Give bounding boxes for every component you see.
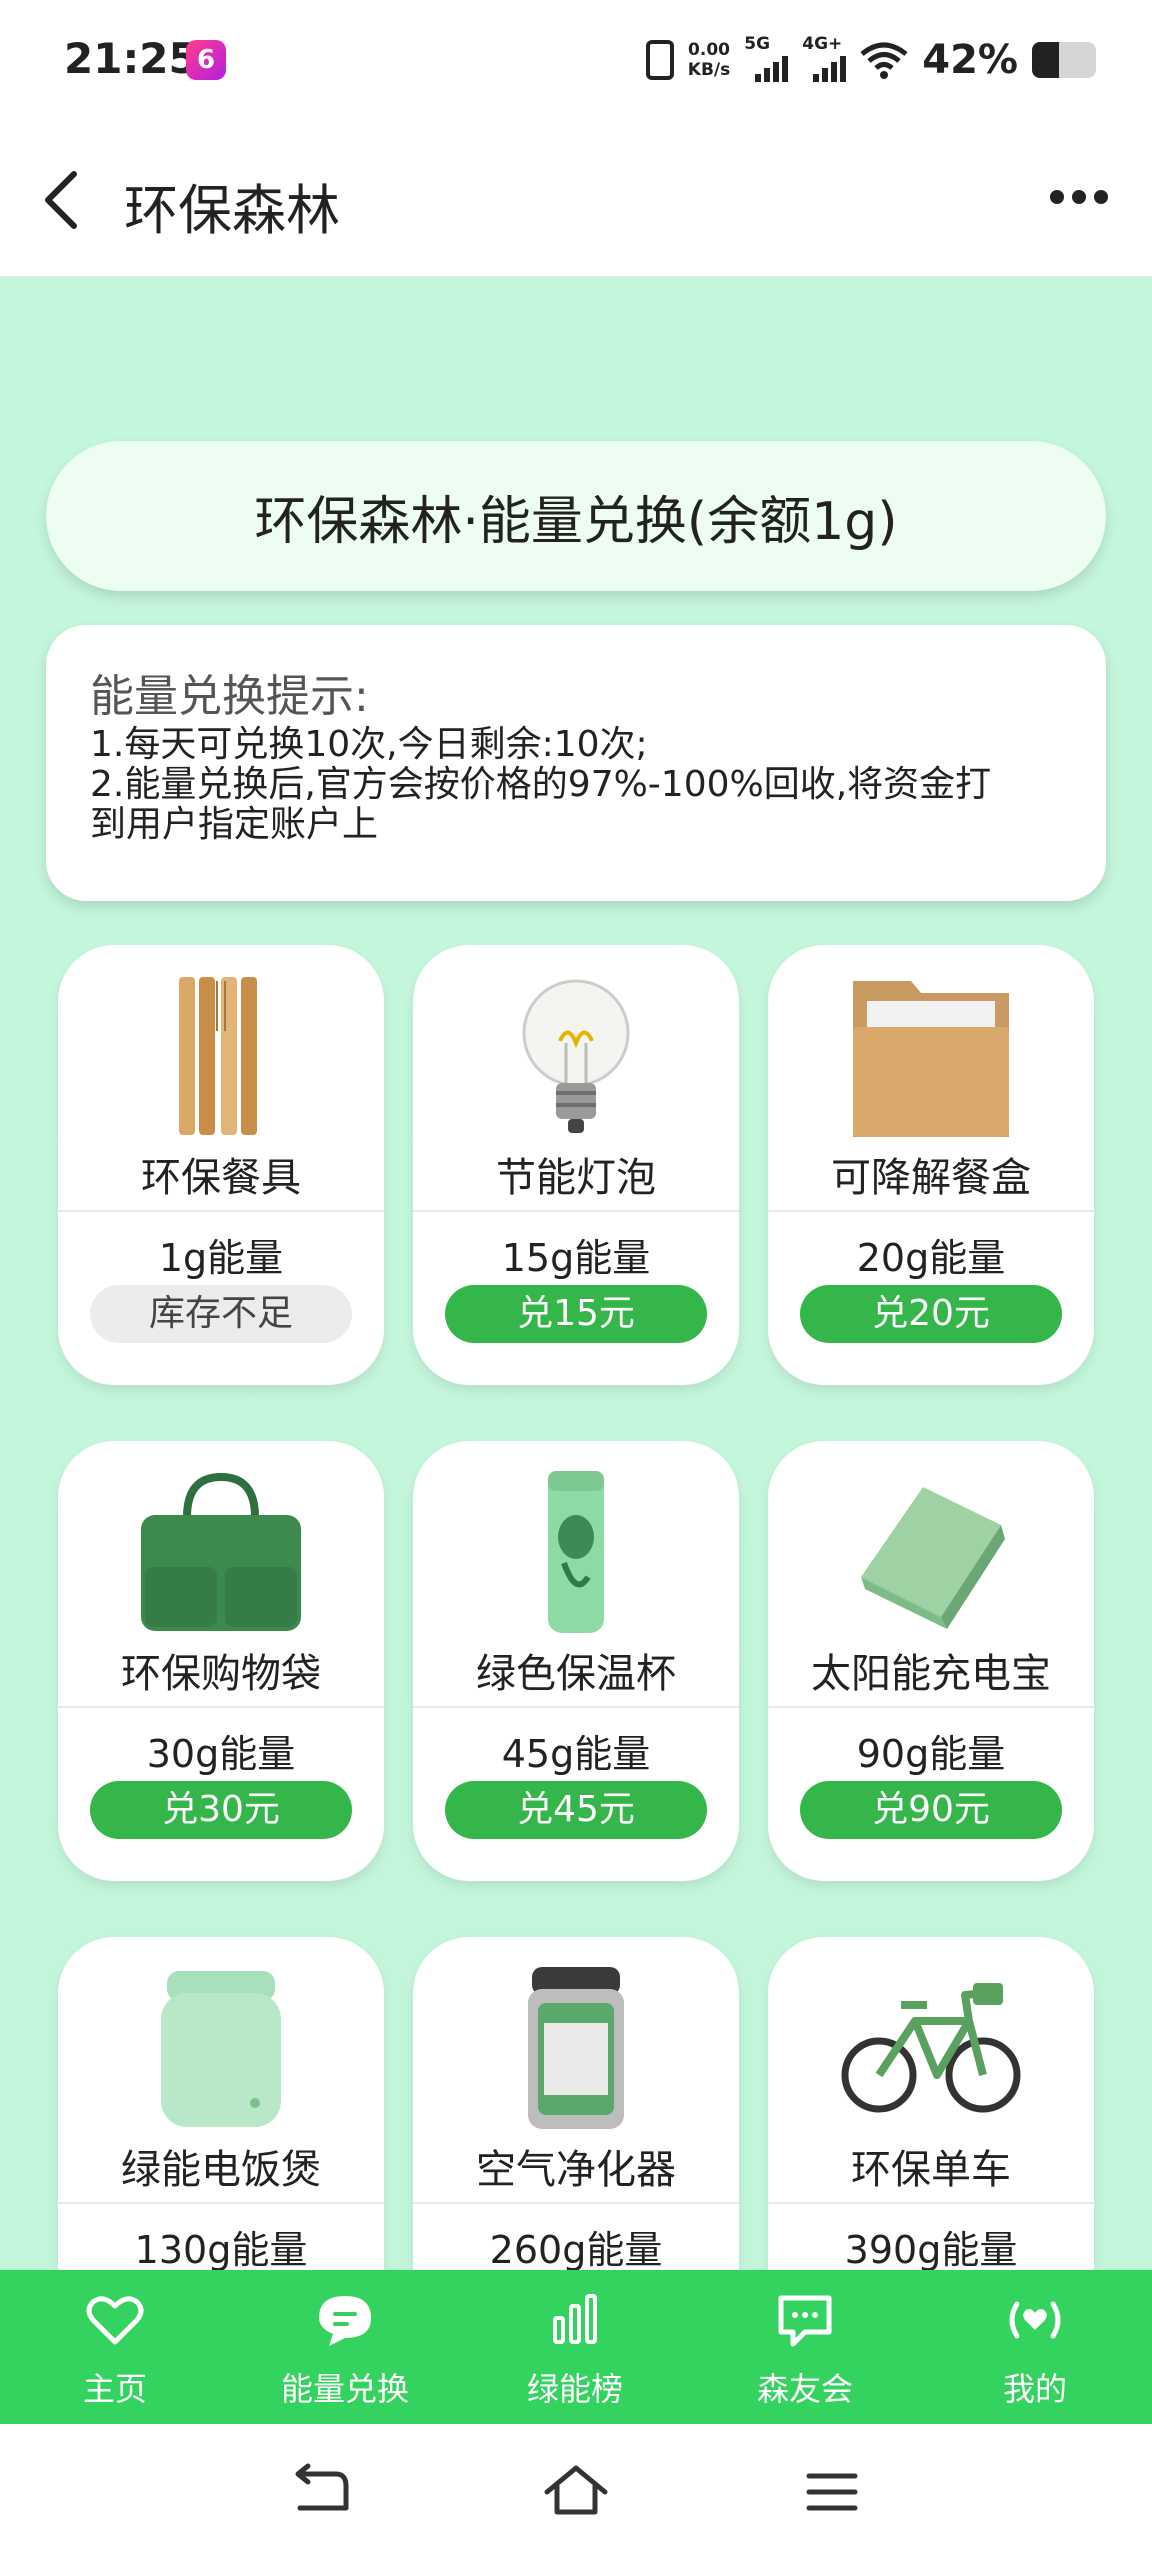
status-indicators: 0.00 KB/s 5G 4G+ 42% [645, 30, 1096, 90]
product-card[interactable]: 空气净化器 260g能量 [413, 1937, 739, 2270]
cutlery-icon [179, 977, 257, 1135]
exchange-button[interactable]: 兑90元 [800, 1781, 1062, 1839]
product-energy: 390g能量 [844, 2228, 1018, 2270]
food-box-icon [853, 981, 1009, 1137]
out-of-stock-button[interactable]: 库存不足 [90, 1285, 352, 1343]
product-energy: 45g能量 [501, 1732, 651, 1776]
tips-line: 2.能量兑换后,官方会按价格的97%-100%回收,将资金打 [90, 764, 992, 805]
divider [768, 2202, 1094, 2204]
exchange-button[interactable]: 兑30元 [90, 1781, 352, 1839]
exchange-button[interactable]: 兑20元 [800, 1285, 1062, 1343]
divider [768, 1706, 1094, 1708]
app-notification-icon: 6 [186, 40, 226, 80]
product-card[interactable]: 绿色保温杯 45g能量 兑45元 [413, 1441, 739, 1881]
chevron-left-icon[interactable] [34, 168, 94, 232]
product-name: 太阳能充电宝 [811, 1651, 1051, 1697]
chat-bubble-icon [319, 2296, 371, 2346]
back-arrow-icon[interactable] [286, 2460, 356, 2524]
heart-icon [86, 2296, 144, 2345]
message-square-icon [778, 2295, 832, 2347]
more-horizontal-icon[interactable] [1050, 190, 1108, 204]
tab-label: 我的 [1002, 2370, 1067, 2408]
tab-green-ranking[interactable]: 绿能榜 [460, 2270, 690, 2424]
vibrate-icon [645, 40, 674, 80]
divider [413, 2202, 739, 2204]
rice-cooker-icon [161, 1971, 281, 2127]
network-speed: 0.00 KB/s [687, 40, 731, 80]
product-name: 绿能电饭煲 [121, 2147, 321, 2193]
product-name: 环保餐具 [141, 1155, 301, 1201]
exchange-tips-card: 能量兑换提示: 1.每天可兑换10次,今日剩余:10次; 2.能量兑换后,官方会… [46, 625, 1106, 901]
status-time: 21:25 [64, 34, 198, 83]
product-energy: 1g能量 [158, 1236, 284, 1280]
product-energy: 20g能量 [856, 1236, 1006, 1280]
menu-icon[interactable] [797, 2460, 867, 2524]
energy-balance-banner: 环保森林·能量兑换(余额1g) [46, 441, 1106, 591]
tab-label: 森友会 [756, 2370, 853, 2408]
product-card[interactable]: 可降解餐盒 20g能量 兑20元 [768, 945, 1094, 1385]
divider [413, 1210, 739, 1212]
air-purifier-icon [528, 1967, 624, 2129]
sim2-signal-icon: 4G+ [802, 34, 847, 82]
shopping-bag-icon [141, 1472, 301, 1631]
tab-home[interactable]: 主页 [0, 2270, 230, 2424]
product-energy: 130g能量 [134, 2228, 308, 2270]
product-name: 节能灯泡 [496, 1155, 656, 1201]
product-name: 空气净化器 [476, 2147, 676, 2193]
product-card[interactable]: 节能灯泡 15g能量 兑15元 [413, 945, 739, 1385]
bar-chart-icon [553, 2294, 597, 2344]
product-energy: 15g能量 [501, 1236, 651, 1280]
product-card[interactable]: 环保购物袋 30g能量 兑30元 [58, 1441, 384, 1881]
product-card[interactable]: 环保单车 390g能量 [768, 1937, 1094, 2270]
divider [58, 1210, 384, 1212]
bottom-tab-bar: 主页 能量兑换 绿能榜 森友会 我的 [0, 2270, 1152, 2424]
product-energy: 30g能量 [146, 1732, 296, 1776]
exchange-button[interactable]: 兑15元 [445, 1285, 707, 1343]
broadcast-heart-icon [1009, 2301, 1061, 2339]
divider [58, 1706, 384, 1708]
tips-line: 到用户指定账户上 [90, 804, 379, 845]
app-header: 环保森林 [0, 120, 1152, 277]
product-name: 环保单车 [851, 2147, 1011, 2193]
tab-label: 主页 [82, 2370, 147, 2408]
home-icon[interactable] [541, 2460, 611, 2524]
product-card[interactable]: 绿能电饭煲 130g能量 [58, 1937, 384, 2270]
product-name: 可降解餐盒 [831, 1155, 1031, 1201]
tips-title: 能量兑换提示: [90, 671, 369, 722]
power-bank-icon [861, 1487, 1005, 1629]
divider [413, 1706, 739, 1708]
product-name: 环保购物袋 [121, 1651, 321, 1697]
battery-percentage: 42% [922, 37, 1018, 83]
main-content[interactable]: 环保森林·能量兑换(余额1g) 能量兑换提示: 1.每天可兑换10次,今日剩余:… [0, 277, 1152, 2270]
tab-energy-exchange[interactable]: 能量兑换 [230, 2270, 460, 2424]
tab-label: 能量兑换 [280, 2370, 409, 2408]
divider [58, 2202, 384, 2204]
product-name: 绿色保温杯 [476, 1651, 676, 1697]
page-title: 环保森林 [124, 179, 340, 242]
light-bulb-icon [522, 979, 630, 1133]
tab-forest-friends[interactable]: 森友会 [690, 2270, 920, 2424]
battery-icon [1032, 42, 1096, 78]
product-card[interactable]: 环保餐具 1g能量 库存不足 [58, 945, 384, 1385]
product-card[interactable]: 太阳能充电宝 90g能量 兑90元 [768, 1441, 1094, 1881]
tab-mine[interactable]: 我的 [920, 2270, 1150, 2424]
system-navigation-bar [0, 2424, 1152, 2560]
sim1-signal-icon: 5G [744, 34, 789, 82]
product-energy: 260g能量 [489, 2228, 663, 2270]
wifi-icon [860, 42, 908, 79]
bicycle-icon [841, 1983, 1021, 2113]
exchange-button[interactable]: 兑45元 [445, 1781, 707, 1839]
divider [768, 1210, 1094, 1212]
product-energy: 90g能量 [856, 1732, 1006, 1776]
thermos-icon [548, 1471, 604, 1633]
status-bar: 21:25 6 0.00 KB/s 5G 4G+ 42% [0, 0, 1152, 120]
tips-line: 1.每天可兑换10次,今日剩余:10次; [90, 724, 648, 765]
tab-label: 绿能榜 [526, 2370, 623, 2408]
